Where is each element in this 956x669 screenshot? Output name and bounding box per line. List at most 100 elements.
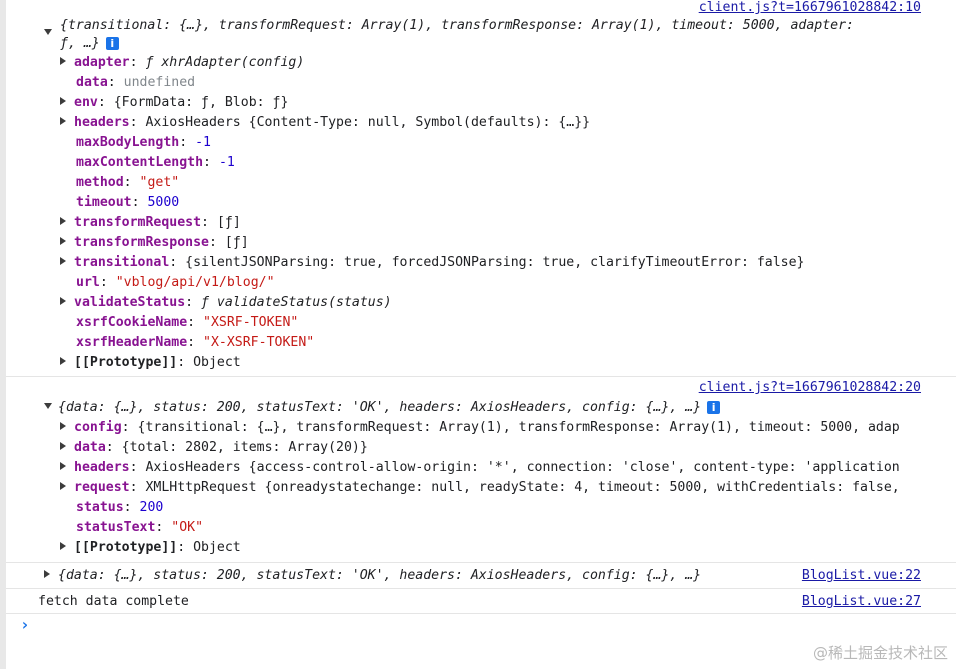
property-value: "get" (139, 175, 180, 190)
property-key: [[Prototype]] (74, 355, 178, 370)
log2-summary[interactable]: {data: {…}, status: 200, statusText: 'OK… (44, 398, 721, 418)
property-row[interactable]: data: {total: 2802, items: Array(20)} (60, 438, 940, 458)
info-icon[interactable]: i (707, 400, 721, 414)
property-key: transitional (74, 255, 170, 270)
property-key: headers (74, 460, 130, 475)
property-value: AxiosHeaders {access-control-allow-origi… (145, 460, 900, 475)
property-key: xsrfCookieName (76, 315, 188, 330)
property-key: status (76, 500, 124, 515)
watermark: @稀土掘金技术社区 (812, 644, 948, 662)
source-link-bloglist-22[interactable]: BlogList.vue:22 (802, 566, 921, 586)
caret-down-icon[interactable] (44, 29, 52, 35)
colon: : (187, 315, 204, 330)
property-key: transformRequest (74, 215, 202, 230)
colon: : (201, 215, 217, 230)
property-value: XMLHttpRequest {onreadystatechange: null… (145, 480, 900, 495)
colon: : (179, 135, 196, 150)
property-value: "X-XSRF-TOKEN" (203, 335, 315, 350)
caret-right-icon[interactable] (44, 570, 50, 578)
caret-right-icon[interactable] (60, 117, 66, 125)
log1-expand-caret[interactable] (44, 24, 58, 44)
console-gutter (0, 0, 6, 669)
colon: : (129, 460, 146, 475)
log3-summary[interactable]: {data: {…}, status: 200, statusText: 'OK… (44, 566, 701, 586)
property-value: {FormData: ƒ, Blob: ƒ} (113, 95, 289, 110)
property-row: statusText: "OK" (76, 518, 203, 538)
property-value: 5000 (147, 195, 180, 210)
property-row: data: undefined (76, 73, 195, 93)
property-key: request (74, 480, 130, 495)
colon: : (177, 540, 194, 555)
property-key: xsrfHeaderName (76, 335, 188, 350)
property-row[interactable]: [[Prototype]]: Object (60, 353, 241, 373)
caret-right-icon[interactable] (60, 217, 66, 225)
caret-right-icon[interactable] (60, 542, 66, 550)
property-row: url: "vblog/api/v1/blog/" (76, 273, 275, 293)
property-key: env (74, 95, 98, 110)
property-row: maxBodyLength: -1 (76, 133, 211, 153)
divider (6, 376, 956, 377)
property-row[interactable]: adapter: ƒ xhrAdapter(config) (60, 53, 304, 73)
property-value: 200 (139, 500, 164, 515)
property-row[interactable]: transitional: {silentJSONParsing: true, … (60, 253, 804, 273)
caret-right-icon[interactable] (60, 237, 66, 245)
caret-right-icon[interactable] (60, 422, 66, 430)
caret-right-icon[interactable] (60, 97, 66, 105)
colon: : (131, 195, 148, 210)
caret-right-icon[interactable] (60, 257, 66, 265)
property-key: [[Prototype]] (74, 540, 178, 555)
property-row: timeout: 5000 (76, 193, 179, 213)
source-link-client-20[interactable]: client.js?t=1667961028842:20 (699, 378, 921, 398)
property-row: maxContentLength: -1 (76, 153, 235, 173)
property-row[interactable]: validateStatus: ƒ validateStatus(status) (60, 293, 392, 313)
caret-right-icon[interactable] (60, 462, 66, 470)
property-key: statusText (76, 520, 156, 535)
caret-right-icon[interactable] (60, 297, 66, 305)
property-value: [ƒ] (216, 215, 241, 230)
property-value: Object (193, 540, 241, 555)
property-row[interactable]: [[Prototype]]: Object (60, 538, 241, 558)
divider (6, 588, 956, 589)
property-key: method (76, 175, 124, 190)
caret-right-icon[interactable] (60, 57, 66, 65)
property-row[interactable]: transformRequest: [ƒ] (60, 213, 241, 233)
property-value: ƒ validateStatus(status) (201, 295, 392, 310)
property-value: AxiosHeaders {Content-Type: null, Symbol… (145, 115, 591, 130)
caret-right-icon[interactable] (60, 482, 66, 490)
property-row[interactable]: request: XMLHttpRequest {onreadystatecha… (60, 478, 940, 498)
property-value: "OK" (171, 520, 204, 535)
caret-right-icon[interactable] (60, 442, 66, 450)
property-value: {silentJSONParsing: true, forcedJSONPars… (185, 255, 805, 270)
property-key: url (76, 275, 100, 290)
property-value: -1 (218, 155, 235, 170)
property-row[interactable]: transformResponse: [ƒ] (60, 233, 249, 253)
colon: : (129, 480, 146, 495)
colon: : (123, 175, 140, 190)
colon: : (107, 75, 124, 90)
colon: : (97, 95, 114, 110)
colon: : (99, 275, 116, 290)
colon: : (129, 115, 146, 130)
colon: : (129, 55, 146, 70)
property-row: xsrfHeaderName: "X-XSRF-TOKEN" (76, 333, 314, 353)
console-prompt[interactable]: › (20, 614, 30, 636)
property-value: "XSRF-TOKEN" (203, 315, 299, 330)
colon: : (187, 335, 204, 350)
property-key: transformResponse (74, 235, 209, 250)
property-value: {total: 2802, items: Array(20)} (121, 440, 368, 455)
info-icon[interactable]: i (105, 36, 119, 50)
source-link-bloglist-27[interactable]: BlogList.vue:27 (802, 592, 921, 612)
caret-down-icon[interactable] (44, 403, 52, 409)
colon: : (169, 255, 186, 270)
property-row: xsrfCookieName: "XSRF-TOKEN" (76, 313, 298, 333)
property-row[interactable]: config: {transitional: {…}, transformReq… (60, 418, 940, 438)
property-value: undefined (123, 75, 196, 90)
property-key: timeout (76, 195, 132, 210)
colon: : (155, 520, 172, 535)
property-row[interactable]: headers: AxiosHeaders {access-control-al… (60, 458, 940, 478)
divider (6, 562, 956, 563)
property-row[interactable]: env: {FormData: ƒ, Blob: ƒ} (60, 93, 288, 113)
property-row[interactable]: headers: AxiosHeaders {Content-Type: nul… (60, 113, 590, 133)
caret-right-icon[interactable] (60, 357, 66, 365)
property-key: maxContentLength (76, 155, 204, 170)
